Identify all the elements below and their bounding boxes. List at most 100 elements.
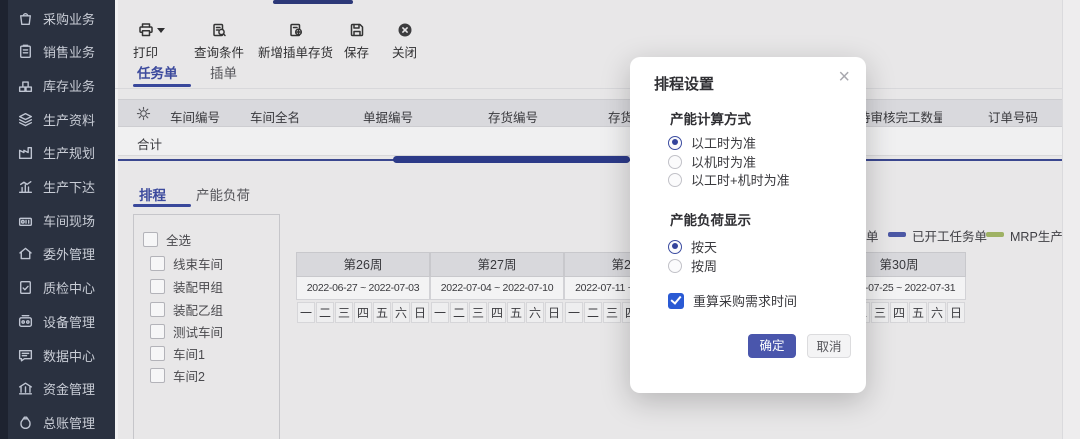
day-name-cell: 四 xyxy=(488,302,506,323)
production-data-icon xyxy=(17,111,34,128)
legend-item-started: 已开工任务单 xyxy=(912,226,987,245)
toolbar-button[interactable]: 查询条件 xyxy=(194,21,244,61)
section-heading-load-display: 产能负荷显示 xyxy=(670,209,751,229)
tab-capacity-load[interactable]: 产能负荷 xyxy=(196,184,250,204)
inventory-icon xyxy=(17,77,34,94)
sidebar-item[interactable]: 车间现场 xyxy=(8,205,115,235)
workshop-checkbox-item[interactable]: 线束车间 xyxy=(150,254,223,273)
radio-option-by-week[interactable]: 按周 xyxy=(668,256,717,275)
tab-insert-orders[interactable]: 插单 xyxy=(210,62,237,82)
toolbar-button-label: 打印 xyxy=(133,42,158,61)
day-name-cell: 六 xyxy=(928,302,946,323)
day-name-cell: 一 xyxy=(431,302,449,323)
confirm-button[interactable]: 确定 xyxy=(748,334,796,358)
toolbar-button[interactable]: 保存 xyxy=(344,21,369,61)
column-header[interactable]: 订单号码 xyxy=(988,107,1038,126)
sidebar-item[interactable]: 总账管理 xyxy=(8,407,115,437)
sidebar-edge-strip xyxy=(0,0,8,439)
data-center-icon xyxy=(17,347,34,364)
radio-option-by-day[interactable]: 按天 xyxy=(668,237,717,256)
week-label: 第26周 xyxy=(296,252,430,277)
sidebar: 采购业务销售业务库存业务生产资料生产规划生产下达车间现场委外管理质检中心设备管理… xyxy=(8,0,115,439)
column-header[interactable]: 存货编号 xyxy=(488,107,538,126)
toolbar-button[interactable]: 关闭 xyxy=(392,21,417,61)
add-insert-icon xyxy=(287,21,305,42)
day-name-row: 一二三四五六日 xyxy=(296,300,430,323)
column-header[interactable]: 待审核完工数量 xyxy=(858,107,942,126)
sidebar-item-label: 车间现场 xyxy=(43,211,95,230)
legend-swatch-mrp xyxy=(986,232,1004,237)
day-name-cell: 一 xyxy=(297,302,315,323)
sidebar-item[interactable]: 生产规划 xyxy=(8,138,115,168)
sidebar-item-label: 销售业务 xyxy=(43,42,95,61)
sidebar-item[interactable]: 库存业务 xyxy=(8,70,115,100)
checkbox-icon[interactable] xyxy=(150,256,165,271)
checkbox-label: 测试车间 xyxy=(173,322,223,341)
sidebar-item-label: 生产下达 xyxy=(43,177,95,196)
workshop-checkbox-item[interactable]: 装配甲组 xyxy=(150,277,223,296)
toolbar-button-label: 新增插单存货 xyxy=(258,42,333,61)
summary-row: 合计 xyxy=(118,127,1062,156)
checkbox-label: 重算采购需求时间 xyxy=(693,291,797,310)
sidebar-item[interactable]: 数据中心 xyxy=(8,340,115,370)
sidebar-item[interactable]: 采购业务 xyxy=(8,3,115,33)
recalc-purchase-checkbox[interactable]: 重算采购需求时间 xyxy=(668,291,797,310)
day-name-cell: 五 xyxy=(507,302,525,323)
checkbox-label: 装配乙组 xyxy=(173,300,223,319)
chevron-down-icon[interactable] xyxy=(157,28,165,33)
active-view-tab-indicator xyxy=(133,204,191,207)
radio-label: 按天 xyxy=(691,237,717,256)
checkbox-label: 车间1 xyxy=(173,344,205,363)
procurement-icon xyxy=(17,10,34,27)
radio-option-work-hours[interactable]: 以工时为准 xyxy=(668,133,756,152)
day-name-cell: 二 xyxy=(584,302,602,323)
workshop-checkbox-item[interactable]: 车间1 xyxy=(150,344,205,363)
radio-label: 按周 xyxy=(691,256,717,275)
close-circle-icon xyxy=(396,21,414,42)
workshop-checkbox-item[interactable]: 全选 xyxy=(143,230,191,249)
column-header[interactable]: 单据编号 xyxy=(363,107,413,126)
workshop-checkbox-item[interactable]: 装配乙组 xyxy=(150,300,223,319)
checkbox-label: 全选 xyxy=(166,230,191,249)
quality-icon xyxy=(17,279,34,296)
sidebar-item-label: 库存业务 xyxy=(43,76,95,95)
toolbar-button-label: 关闭 xyxy=(392,42,417,61)
close-icon[interactable]: × xyxy=(838,67,850,87)
sidebar-item[interactable]: 质检中心 xyxy=(8,273,115,303)
toolbar-button[interactable]: 新增插单存货 xyxy=(258,21,333,61)
tab-task-orders[interactable]: 任务单 xyxy=(137,62,178,82)
column-header[interactable]: 车间编号 xyxy=(170,107,220,126)
sidebar-item[interactable]: 委外管理 xyxy=(8,239,115,269)
workshop-checkbox-item[interactable]: 车间2 xyxy=(150,366,205,385)
tab-scheduling[interactable]: 排程 xyxy=(139,184,166,204)
gear-icon[interactable] xyxy=(136,106,151,121)
sidebar-item[interactable]: 资金管理 xyxy=(8,374,115,404)
radio-option-machine-hours[interactable]: 以机时为准 xyxy=(668,152,756,171)
production-planning-icon xyxy=(17,144,34,161)
sidebar-item[interactable]: 设备管理 xyxy=(8,306,115,336)
checkbox-icon[interactable] xyxy=(150,324,165,339)
radio-label: 以工时+机时为准 xyxy=(691,170,790,189)
checkbox-label: 车间2 xyxy=(173,366,205,385)
ledger-icon xyxy=(17,414,34,431)
column-header[interactable]: 车间全名 xyxy=(250,107,300,126)
workshop-checkbox-item[interactable]: 测试车间 xyxy=(150,322,223,341)
sidebar-item[interactable]: 生产资料 xyxy=(8,104,115,134)
day-name-cell: 五 xyxy=(373,302,391,323)
printer-icon xyxy=(137,21,155,42)
checkbox-icon[interactable] xyxy=(150,346,165,361)
sales-icon xyxy=(17,43,34,60)
radio-option-work-plus-machine[interactable]: 以工时+机时为准 xyxy=(668,170,790,189)
sidebar-item[interactable]: 销售业务 xyxy=(8,37,115,67)
workshop-icon xyxy=(17,212,34,229)
horizontal-scrollbar-thumb[interactable] xyxy=(393,156,630,163)
checkbox-icon[interactable] xyxy=(150,368,165,383)
search-conditions-icon xyxy=(210,21,228,42)
toolbar-button[interactable]: 打印 xyxy=(133,21,158,61)
checkbox-icon[interactable] xyxy=(143,232,158,247)
checkbox-icon[interactable] xyxy=(150,302,165,317)
checkbox-icon[interactable] xyxy=(150,279,165,294)
cancel-button[interactable]: 取消 xyxy=(807,334,851,358)
radio-selected-icon xyxy=(668,136,682,150)
sidebar-item[interactable]: 生产下达 xyxy=(8,172,115,202)
